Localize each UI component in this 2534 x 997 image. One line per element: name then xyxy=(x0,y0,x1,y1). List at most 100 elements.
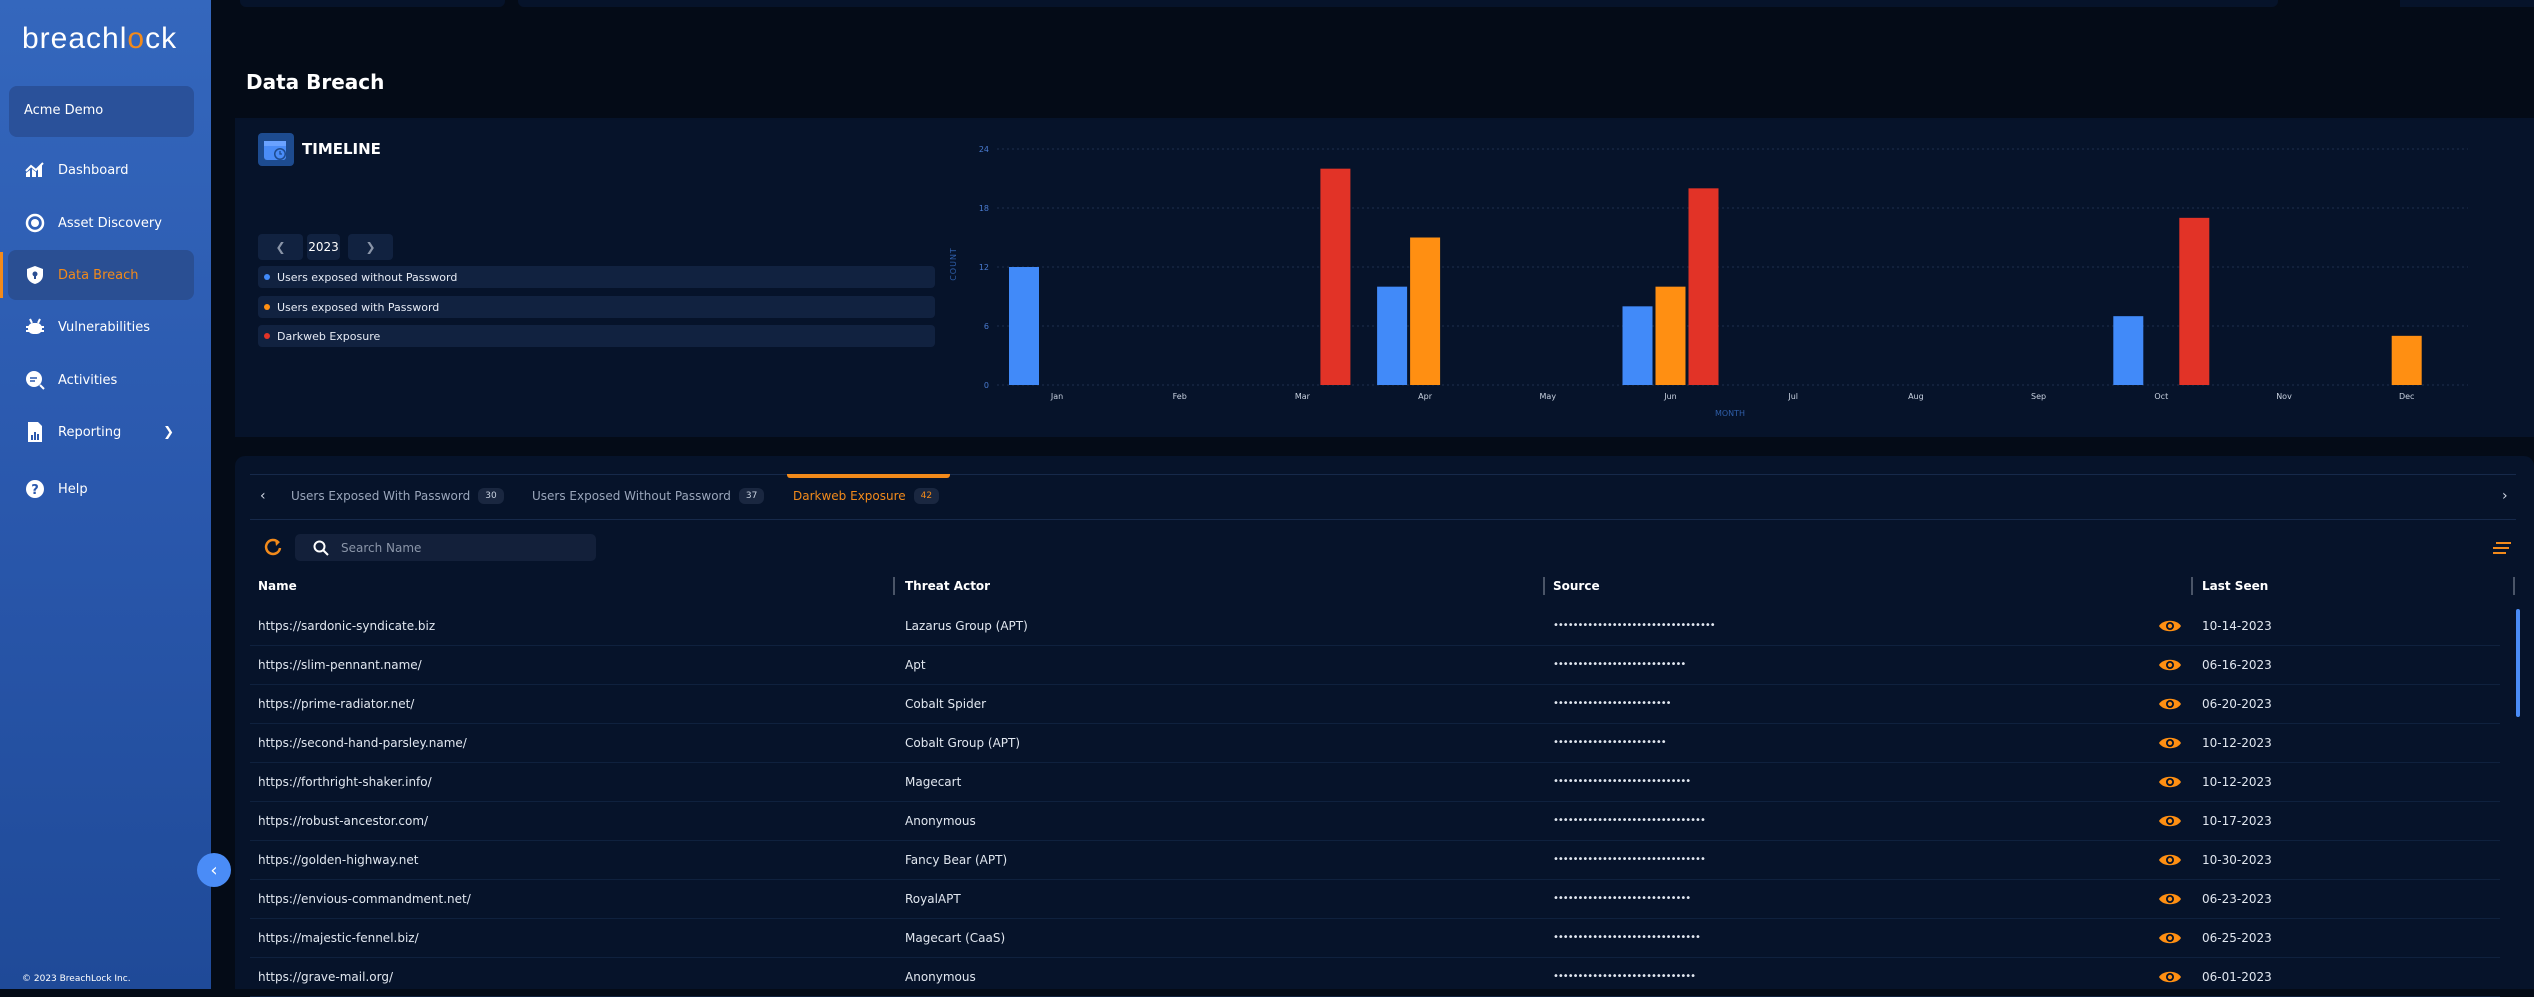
table-row[interactable]: https://second-hand-parsley.name/ Cobalt… xyxy=(250,724,2500,763)
divider xyxy=(250,519,2516,520)
cell-name[interactable]: https://slim-pennant.name/ xyxy=(258,658,422,672)
legend-item-darkweb[interactable]: Darkweb Exposure xyxy=(258,325,935,347)
bar-oct-0 xyxy=(2113,316,2144,385)
active-indicator xyxy=(0,252,3,298)
cell-last-seen: 06-25-2023 xyxy=(2202,931,2272,945)
reveal-eye-icon[interactable] xyxy=(2158,852,2182,871)
top-bar-left xyxy=(240,0,505,7)
prev-year-button[interactable]: ❮ xyxy=(258,234,303,260)
legend-label: Darkweb Exposure xyxy=(277,329,381,343)
sidebar-item-asset-discovery[interactable]: Asset Discovery xyxy=(8,198,194,248)
table-scrollbar[interactable] xyxy=(2516,609,2520,717)
cell-threat-actor: Cobalt Group (APT) xyxy=(905,736,1021,750)
search-icon xyxy=(313,540,329,556)
column-resizer[interactable] xyxy=(2513,577,2515,595)
sidebar-item-dashboard[interactable]: Dashboard xyxy=(8,145,194,195)
cell-threat-actor: Magecart xyxy=(905,775,962,789)
column-resizer[interactable] xyxy=(893,577,895,595)
breachlock-logo[interactable]: breachlock xyxy=(22,22,177,56)
org-selector[interactable]: Acme Demo xyxy=(9,86,194,137)
legend-label: Users exposed without Password xyxy=(277,270,458,284)
x-tick-label: Jun xyxy=(1663,392,1677,401)
report-icon xyxy=(24,421,46,443)
filter-icon[interactable] xyxy=(2492,540,2512,559)
legend-dot xyxy=(264,274,270,280)
tabs-scroll-right[interactable]: › xyxy=(2502,488,2508,504)
help-icon: ? xyxy=(24,478,46,500)
chevron-down-icon[interactable]: ❯ xyxy=(163,425,174,440)
reveal-eye-icon[interactable] xyxy=(2158,735,2182,754)
sidebar-item-label: Asset Discovery xyxy=(58,215,162,231)
reveal-eye-icon[interactable] xyxy=(2158,891,2182,910)
reveal-eye-icon[interactable] xyxy=(2158,657,2182,676)
column-header-source[interactable]: Source xyxy=(1553,579,1600,593)
cell-source-masked: ••••••••••••••••••••••••••• xyxy=(1553,659,1686,670)
next-year-button[interactable]: ❯ xyxy=(348,234,393,260)
cell-name[interactable]: https://second-hand-parsley.name/ xyxy=(258,736,467,750)
x-tick-label: Oct xyxy=(2154,392,2168,401)
column-header-name[interactable]: Name xyxy=(258,579,297,593)
cell-name[interactable]: https://envious-commandment.net/ xyxy=(258,892,471,906)
x-tick-label: Nov xyxy=(2276,392,2292,401)
reveal-eye-icon[interactable] xyxy=(2158,969,2182,988)
bar-jun-2 xyxy=(1688,188,1719,385)
cell-name[interactable]: https://majestic-fennel.biz/ xyxy=(258,931,419,945)
x-tick-label: Apr xyxy=(1418,392,1433,401)
refresh-icon[interactable] xyxy=(263,537,283,561)
sidebar-item-data-breach[interactable]: Data Breach xyxy=(8,250,194,300)
table-row[interactable]: https://slim-pennant.name/ Apt •••••••••… xyxy=(250,646,2500,685)
cell-name[interactable]: https://prime-radiator.net/ xyxy=(258,697,414,711)
table-row[interactable]: https://grave-mail.org/ Anonymous ••••••… xyxy=(250,958,2500,997)
table-row[interactable]: https://robust-ancestor.com/ Anonymous •… xyxy=(250,802,2500,841)
sidebar-item-help[interactable]: ? Help xyxy=(8,464,194,514)
table-row[interactable]: https://majestic-fennel.biz/ Magecart (C… xyxy=(250,919,2500,958)
search-input[interactable] xyxy=(341,540,581,555)
cell-source-masked: ••••••••••••••••••••••••••••••••• xyxy=(1553,620,1716,631)
cell-name[interactable]: https://golden-highway.net xyxy=(258,853,418,867)
table-row[interactable]: https://forthright-shaker.info/ Magecart… xyxy=(250,763,2500,802)
cell-last-seen: 06-01-2023 xyxy=(2202,970,2272,984)
cell-source-masked: ••••••••••••••••••••••••••••••• xyxy=(1553,854,1706,865)
sidebar-item-reporting[interactable]: Reporting ❯ xyxy=(8,407,194,457)
column-resizer[interactable] xyxy=(1543,577,1545,595)
table-row[interactable]: https://envious-commandment.net/ RoyalAP… xyxy=(250,880,2500,919)
legend-item-with-password[interactable]: Users exposed with Password xyxy=(258,296,935,318)
x-tick-label: Dec xyxy=(2399,392,2414,401)
sidebar-item-label: Dashboard xyxy=(58,162,129,178)
sidebar-item-activities[interactable]: Activities xyxy=(8,355,194,405)
column-header-last-seen[interactable]: Last Seen xyxy=(2202,579,2268,593)
sidebar: breachlock Acme Demo Dashboard Asset Dis… xyxy=(0,0,211,989)
bar-apr-0 xyxy=(1377,286,1408,385)
legend-label: Users exposed with Password xyxy=(277,300,440,314)
reveal-eye-icon[interactable] xyxy=(2158,618,2182,637)
reveal-eye-icon[interactable] xyxy=(2158,930,2182,949)
reveal-eye-icon[interactable] xyxy=(2158,696,2182,715)
table-row[interactable]: https://sardonic-syndicate.biz Lazarus G… xyxy=(250,607,2500,646)
cell-name[interactable]: https://robust-ancestor.com/ xyxy=(258,814,428,828)
column-header-threat-actor[interactable]: Threat Actor xyxy=(905,579,990,593)
cell-name[interactable]: https://forthright-shaker.info/ xyxy=(258,775,432,789)
tab-darkweb-exposure[interactable]: Darkweb Exposure 42 xyxy=(793,488,940,504)
sidebar-item-vulnerabilities[interactable]: Vulnerabilities xyxy=(8,302,194,352)
y-tick-label: 12 xyxy=(979,263,989,272)
cell-name[interactable]: https://sardonic-syndicate.biz xyxy=(258,619,435,633)
sidebar-item-label: Help xyxy=(58,481,88,497)
tab-count-badge: 30 xyxy=(478,488,504,504)
x-tick-label: Sep xyxy=(2031,392,2046,401)
reveal-eye-icon[interactable] xyxy=(2158,774,2182,793)
table-row[interactable]: https://golden-highway.net Fancy Bear (A… xyxy=(250,841,2500,880)
legend-item-without-password[interactable]: Users exposed without Password xyxy=(258,266,935,288)
column-resizer[interactable] xyxy=(2191,577,2193,595)
cell-threat-actor: RoyalAPT xyxy=(905,892,961,906)
table-row[interactable]: https://prime-radiator.net/ Cobalt Spide… xyxy=(250,685,2500,724)
tab-without-password[interactable]: Users Exposed Without Password 37 xyxy=(532,488,765,504)
search-name-field[interactable] xyxy=(295,534,596,561)
y-axis-label: COUNT xyxy=(949,247,958,281)
reveal-eye-icon[interactable] xyxy=(2158,813,2182,832)
bug-icon xyxy=(24,316,46,338)
cell-threat-actor: Anonymous xyxy=(905,814,976,828)
tabs-scroll-left[interactable]: ‹ xyxy=(260,488,266,504)
collapse-sidebar-button[interactable]: ‹ xyxy=(197,853,231,887)
tab-with-password[interactable]: Users Exposed With Password 30 xyxy=(291,488,504,504)
cell-name[interactable]: https://grave-mail.org/ xyxy=(258,970,393,984)
